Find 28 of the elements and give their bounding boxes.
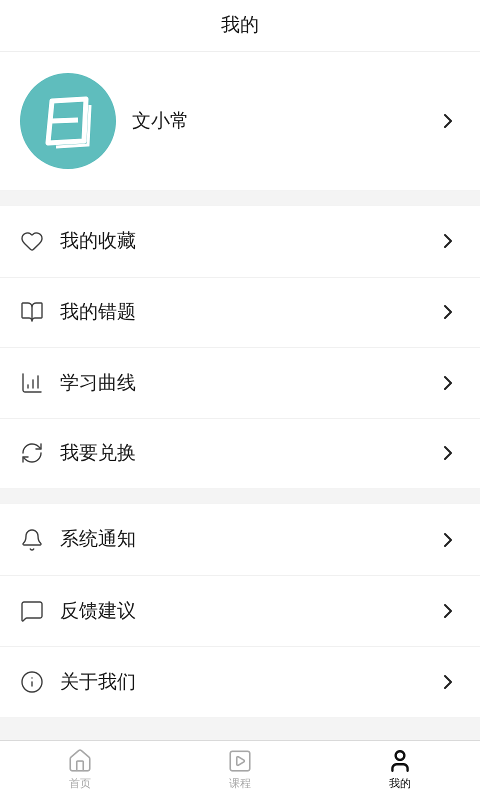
menu-item[interactable]: 反馈建议	[0, 575, 480, 646]
menu-label: 系统通知	[60, 527, 137, 552]
book-icon	[20, 300, 44, 324]
menu-label: 学习曲线	[60, 370, 137, 396]
user-name: 文小常	[132, 108, 190, 134]
bar-chart-icon	[20, 370, 44, 395]
bell-icon	[20, 528, 44, 552]
message-icon	[20, 599, 44, 623]
menu-label: 关于我们	[60, 670, 137, 695]
tab[interactable]: 我的	[320, 741, 480, 800]
menu-item[interactable]: 系统通知	[0, 504, 480, 575]
menu-item[interactable]: 我的错题	[0, 276, 480, 347]
profile-row[interactable]: 文小常	[0, 52, 480, 190]
menu-label: 我的收藏	[60, 229, 137, 254]
menu-item[interactable]: 我的收藏	[0, 206, 480, 276]
menu-label: 我要兑换	[60, 441, 137, 466]
menu-item[interactable]: 我要兑换	[0, 418, 480, 488]
info-icon	[20, 670, 44, 694]
refresh-icon	[20, 441, 44, 466]
home-icon	[67, 748, 93, 774]
menu-item[interactable]: 学习曲线	[0, 347, 480, 418]
menu-label: 我的错题	[60, 300, 137, 325]
avatar-logo-icon	[20, 73, 116, 169]
menu-item[interactable]: 关于我们	[0, 646, 480, 717]
play-icon	[227, 748, 253, 774]
heart-icon	[20, 229, 44, 254]
page-title: 我的	[221, 13, 259, 38]
menu-label: 反馈建议	[60, 598, 137, 624]
